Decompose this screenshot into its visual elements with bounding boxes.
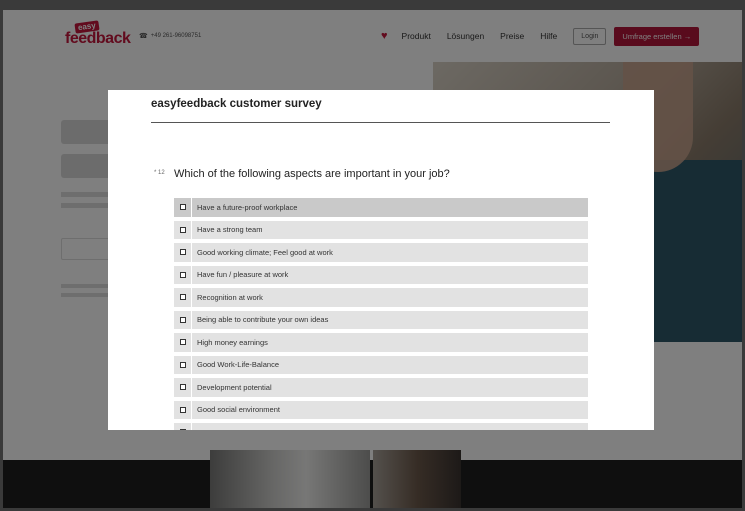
checkbox-icon[interactable] — [179, 249, 186, 256]
option-recognition[interactable]: Recognition at work — [174, 288, 588, 307]
survey-title: easyfeedback customer survey — [151, 98, 322, 110]
question-text: Which of the following aspects are impor… — [174, 168, 450, 180]
option-label: Good Work-Life-Balance — [197, 360, 279, 370]
checkbox-icon[interactable] — [179, 226, 186, 233]
option-social-environment[interactable]: Good social environment — [174, 400, 588, 419]
option-label: Good working climate; Feel good at work — [197, 247, 333, 257]
checkbox-icon[interactable] — [179, 361, 186, 368]
option-contribute-ideas[interactable]: Being able to contribute your own ideas — [174, 310, 588, 329]
option-label: Good social environment — [197, 405, 280, 415]
option-label: Development potential — [197, 382, 272, 392]
option-work-life-balance[interactable]: Good Work-Life-Balance — [174, 355, 588, 374]
option-high-earnings[interactable]: High money earnings — [174, 333, 588, 352]
checkbox-icon[interactable] — [179, 316, 186, 323]
option-label: High money earnings — [197, 337, 268, 347]
option-cut-off[interactable] — [174, 423, 588, 430]
option-label: Recognition at work — [197, 292, 263, 302]
checkbox-icon[interactable] — [179, 271, 186, 278]
checkbox-icon[interactable] — [179, 294, 186, 301]
option-list: Have a future-proof workplace Have a str… — [174, 198, 588, 430]
checkbox-icon[interactable] — [179, 339, 186, 346]
checkbox-icon[interactable] — [179, 429, 186, 430]
survey-modal: easyfeedback customer survey * 12 Which … — [108, 90, 654, 430]
option-label: Have a future-proof workplace — [197, 202, 298, 212]
question-number: * 12 — [154, 170, 165, 176]
option-development-potential[interactable]: Development potential — [174, 378, 588, 397]
option-label: Have a strong team — [197, 225, 263, 235]
option-label: Being able to contribute your own ideas — [197, 315, 329, 325]
checkbox-icon[interactable] — [179, 406, 186, 413]
option-label: Have fun / pleasure at work — [197, 270, 289, 280]
option-strong-team[interactable]: Have a strong team — [174, 220, 588, 239]
title-divider — [151, 122, 610, 123]
checkbox-icon[interactable] — [179, 204, 186, 211]
option-working-climate[interactable]: Good working climate; Feel good at work — [174, 243, 588, 262]
option-fun-at-work[interactable]: Have fun / pleasure at work — [174, 265, 588, 284]
checkbox-icon[interactable] — [179, 384, 186, 391]
option-future-proof-workplace[interactable]: Have a future-proof workplace — [174, 198, 588, 217]
